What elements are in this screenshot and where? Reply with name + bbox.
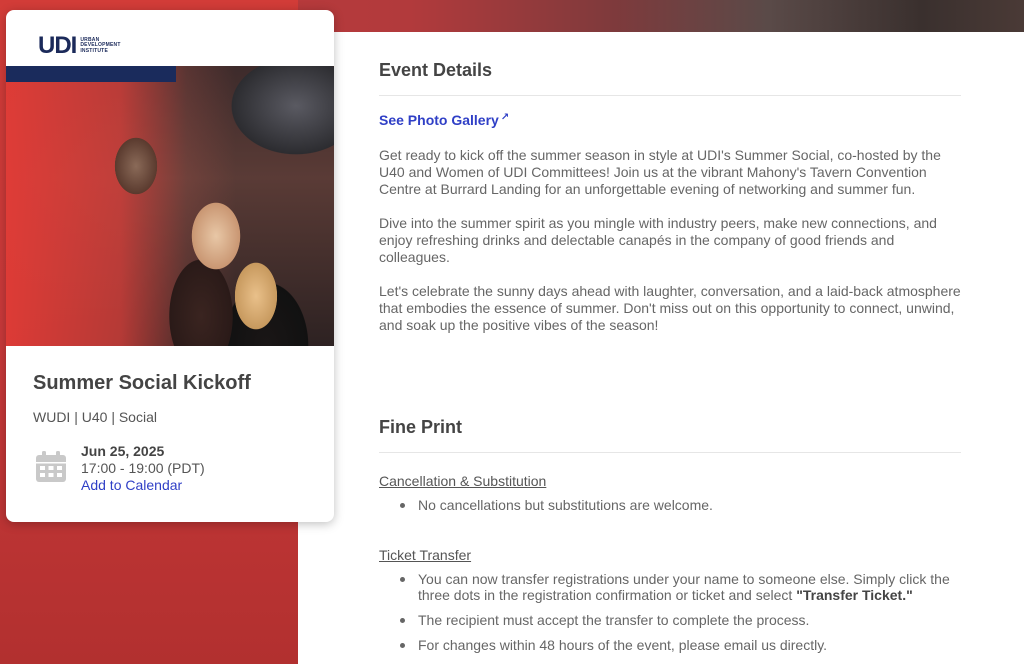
logo-subtitle: URBAN DEVELOPMENT INSTITUTE bbox=[80, 36, 121, 54]
event-card: UDI URBAN DEVELOPMENT INSTITUTE Summer S… bbox=[6, 10, 334, 522]
list-item: The recipient must accept the transfer t… bbox=[379, 612, 961, 628]
list-item: You can now transfer registrations under… bbox=[379, 571, 961, 603]
ticket-transfer-list: You can now transfer registrations under… bbox=[379, 571, 961, 653]
brand-stripe bbox=[6, 66, 176, 82]
cancellation-list: No cancellations but substitutions are w… bbox=[379, 497, 961, 513]
udi-logo[interactable]: UDI URBAN DEVELOPMENT INSTITUTE bbox=[6, 10, 334, 66]
event-title: Summer Social Kickoff bbox=[33, 372, 251, 394]
event-date-row: Jun 25, 2025 17:00 - 19:00 (PDT) Add to … bbox=[33, 443, 308, 494]
event-date: Jun 25, 2025 bbox=[81, 443, 165, 459]
event-time: 17:00 - 19:00 (PDT) bbox=[81, 460, 205, 476]
date-text: Jun 25, 2025 17:00 - 19:00 (PDT) Add to … bbox=[81, 443, 205, 494]
event-summary: Summer Social Kickoff WUDI | U40 | Socia… bbox=[6, 346, 334, 494]
event-details-section: Event Details See Photo Gallery ↗ Get rea… bbox=[379, 60, 961, 334]
cancellation-heading: Cancellation & Substitution bbox=[379, 473, 547, 489]
ticket-transfer-heading: Ticket Transfer bbox=[379, 547, 472, 563]
event-photo bbox=[6, 66, 334, 346]
external-link-icon: ↗ bbox=[500, 112, 510, 123]
fine-print-section: Fine Print Cancellation & Substitution N… bbox=[379, 417, 961, 662]
details-paragraph: Get ready to kick off the summer season … bbox=[379, 147, 941, 197]
calendar-icon bbox=[36, 451, 66, 482]
photo-gallery-label: See Photo Gallery bbox=[379, 112, 499, 128]
details-paragraph: Let's celebrate the sunny days ahead wit… bbox=[379, 283, 961, 333]
event-details-heading: Event Details bbox=[379, 60, 961, 96]
logo-mark: UDI bbox=[38, 32, 77, 59]
event-tags: WUDI | U40 | Social bbox=[33, 409, 157, 425]
add-to-calendar-link[interactable]: Add to Calendar bbox=[81, 477, 205, 494]
details-paragraph: Dive into the summer spirit as you mingl… bbox=[379, 215, 937, 265]
fine-print-heading: Fine Print bbox=[379, 417, 961, 453]
transfer-ticket-emphasis: "Transfer Ticket." bbox=[796, 587, 913, 603]
list-item: For changes within 48 hours of the event… bbox=[379, 637, 961, 653]
photo-gallery-link[interactable]: See Photo Gallery ↗ bbox=[379, 112, 509, 128]
list-item: No cancellations but substitutions are w… bbox=[379, 497, 961, 513]
